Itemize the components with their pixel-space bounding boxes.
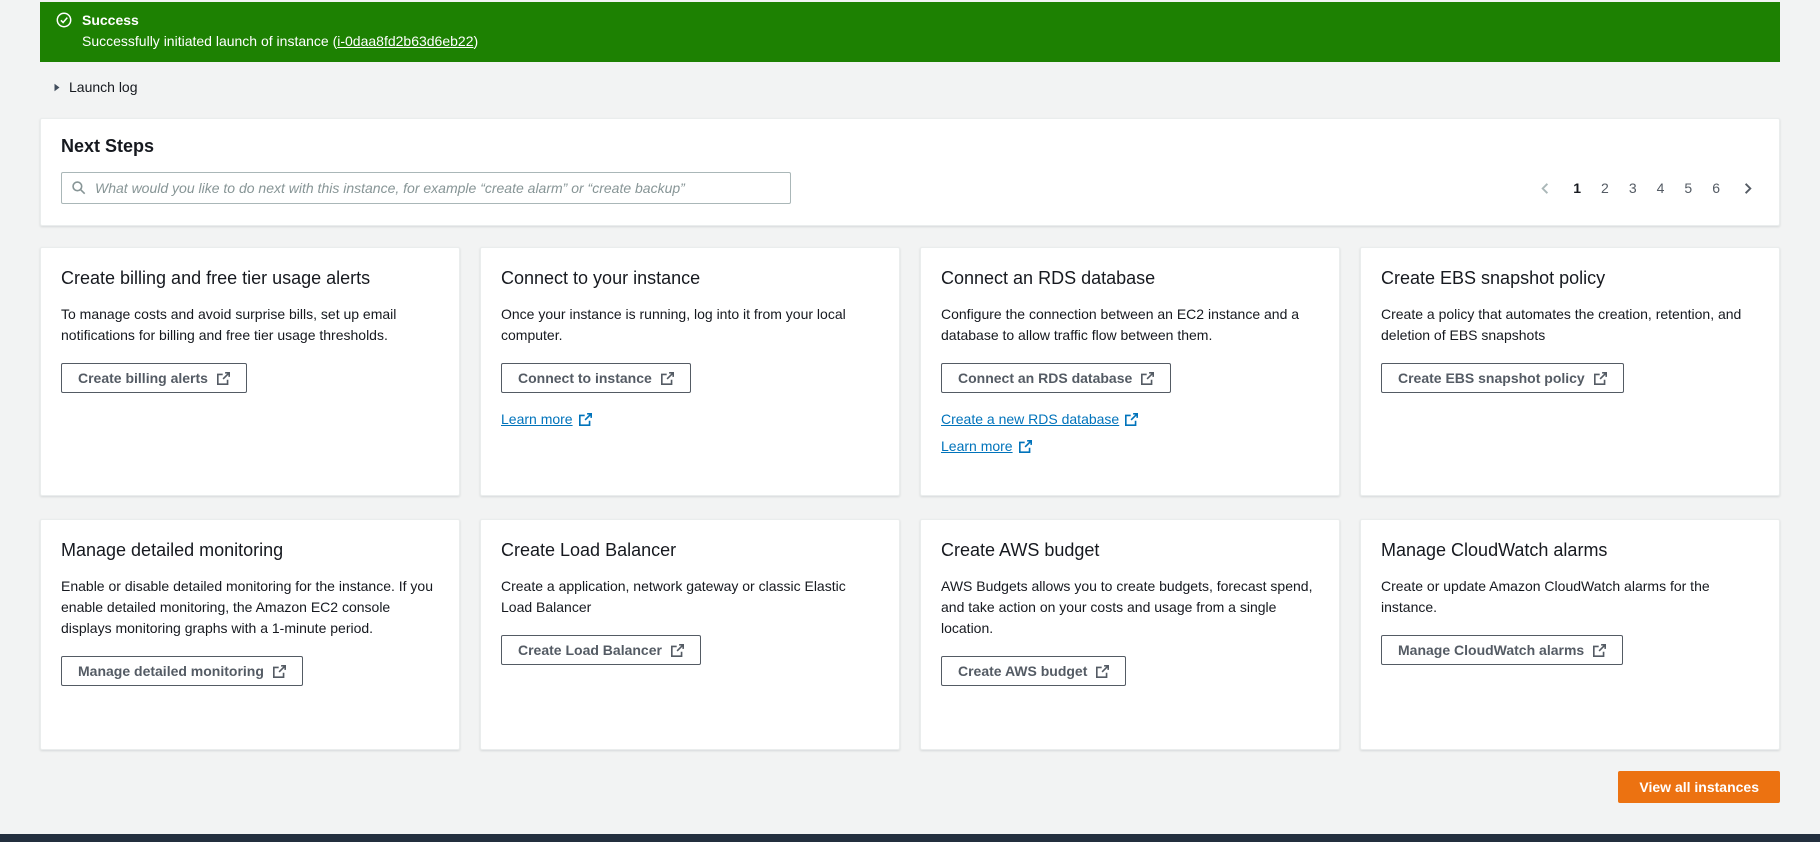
card-link-label: Create a new RDS database bbox=[941, 411, 1120, 427]
card-title: Create Load Balancer bbox=[501, 540, 677, 560]
flashbar-message-text: Successfully initiated launch of instanc… bbox=[82, 33, 338, 49]
card-action-button-label: Create AWS budget bbox=[958, 663, 1088, 679]
card-button-row: Manage detailed monitoring bbox=[61, 656, 439, 686]
page-number-1[interactable]: 1 bbox=[1573, 180, 1581, 196]
card-links: Learn more bbox=[501, 411, 879, 427]
card-action-button[interactable]: Connect an RDS database bbox=[941, 363, 1172, 393]
instance-id-link[interactable]: i-0daa8fd2b63d6eb22 bbox=[337, 33, 473, 49]
card-title: Connect to your instance bbox=[501, 268, 701, 288]
card-action-button[interactable]: Manage detailed monitoring bbox=[61, 656, 303, 686]
view-all-instances-button[interactable]: View all instances bbox=[1618, 771, 1780, 803]
card-description: Create a policy that automates the creat… bbox=[1381, 306, 1742, 343]
flashbar-title: Success bbox=[82, 12, 139, 28]
card-button-row: Connect to instance bbox=[501, 363, 879, 393]
card-link[interactable]: Learn more bbox=[941, 438, 1032, 454]
card-link-label: Learn more bbox=[501, 411, 573, 427]
card-link[interactable]: Learn more bbox=[501, 411, 592, 427]
card-action-button[interactable]: Manage CloudWatch alarms bbox=[1381, 635, 1624, 665]
pagination-prev-button[interactable] bbox=[1538, 181, 1553, 196]
carousel-pagination: 1 2 3 4 5 6 bbox=[1538, 180, 1755, 196]
card-action-button[interactable]: Create billing alerts bbox=[61, 363, 247, 393]
card-action-button-label: Connect an RDS database bbox=[958, 370, 1133, 386]
external-link-icon bbox=[216, 371, 230, 385]
flashbar-message: Successfully initiated launch of instanc… bbox=[82, 31, 478, 51]
card-title: Create AWS budget bbox=[941, 540, 1100, 560]
page-number-4[interactable]: 4 bbox=[1657, 180, 1665, 196]
card-button-row: Create Load Balancer bbox=[501, 635, 879, 665]
external-link-icon bbox=[1593, 643, 1607, 657]
external-link-icon bbox=[1096, 664, 1110, 678]
external-link-icon bbox=[670, 643, 684, 657]
card-links: Create a new RDS database Learn more bbox=[941, 411, 1319, 454]
action-card: Create AWS budget AWS Budgets allows you… bbox=[920, 519, 1340, 750]
action-card: Manage CloudWatch alarms Create or updat… bbox=[1360, 519, 1780, 750]
external-link-icon bbox=[660, 371, 674, 385]
card-action-button[interactable]: Connect to instance bbox=[501, 363, 691, 393]
card-action-button-label: Manage detailed monitoring bbox=[78, 663, 264, 679]
card-description: Enable or disable detailed monitoring fo… bbox=[61, 578, 434, 636]
card-link-label: Learn more bbox=[941, 438, 1013, 454]
card-action-button-label: Manage CloudWatch alarms bbox=[1398, 642, 1585, 658]
card-action-button-label: Connect to instance bbox=[518, 370, 652, 386]
next-steps-search bbox=[61, 172, 791, 204]
card-description: Configure the connection between an EC2 … bbox=[941, 306, 1300, 343]
external-link-icon bbox=[1141, 371, 1155, 385]
card-action-button-label: Create billing alerts bbox=[78, 370, 208, 386]
card-title: Manage detailed monitoring bbox=[61, 540, 284, 560]
external-link-icon bbox=[272, 664, 286, 678]
success-flashbar: Success Successfully initiated launch of… bbox=[40, 2, 1780, 62]
card-description: AWS Budgets allows you to create budgets… bbox=[941, 578, 1313, 636]
next-steps-panel: Next Steps 1 2 3 4 5 6 bbox=[40, 118, 1780, 226]
next-steps-title: Next Steps bbox=[61, 136, 155, 156]
card-title: Create billing and free tier usage alert… bbox=[61, 268, 371, 288]
caret-right-icon bbox=[52, 82, 62, 93]
launch-success-page: Success Successfully initiated launch of… bbox=[0, 0, 1820, 803]
card-description: Create or update Amazon CloudWatch alarm… bbox=[1381, 578, 1710, 615]
card-title: Manage CloudWatch alarms bbox=[1381, 540, 1608, 560]
console-footer-bar bbox=[0, 834, 1820, 842]
page-number-6[interactable]: 6 bbox=[1712, 180, 1720, 196]
card-link[interactable]: Create a new RDS database bbox=[941, 411, 1139, 427]
external-link-icon bbox=[1018, 439, 1032, 453]
launch-log-toggle[interactable]: Launch log bbox=[52, 79, 138, 95]
action-card: Create Load Balancer Create a applicatio… bbox=[480, 519, 900, 750]
card-description: Create a application, network gateway or… bbox=[501, 578, 846, 615]
external-link-icon bbox=[1125, 412, 1139, 426]
card-action-button-label: Create Load Balancer bbox=[518, 642, 662, 658]
pagination-next-button[interactable] bbox=[1740, 181, 1755, 196]
card-button-row: Create billing alerts bbox=[61, 363, 439, 393]
next-steps-cards-grid: Create billing and free tier usage alert… bbox=[40, 247, 1780, 750]
page-number-2[interactable]: 2 bbox=[1601, 180, 1609, 196]
card-description: To manage costs and avoid surprise bills… bbox=[61, 306, 397, 343]
card-button-row: Create EBS snapshot policy bbox=[1381, 363, 1759, 393]
footer-actions: View all instances bbox=[40, 771, 1780, 803]
card-button-row: Create AWS budget bbox=[941, 656, 1319, 686]
external-link-icon bbox=[1593, 371, 1607, 385]
flashbar-message-suffix: ) bbox=[473, 33, 479, 49]
action-card: Connect an RDS database Configure the co… bbox=[920, 247, 1340, 496]
card-title: Create EBS snapshot policy bbox=[1381, 268, 1606, 288]
action-card: Connect to your instance Once your insta… bbox=[480, 247, 900, 496]
card-action-button[interactable]: Create Load Balancer bbox=[501, 635, 701, 665]
action-card: Create EBS snapshot policy Create a poli… bbox=[1360, 247, 1780, 496]
success-check-icon bbox=[56, 12, 72, 28]
page-number-3[interactable]: 3 bbox=[1629, 180, 1637, 196]
search-icon bbox=[71, 180, 86, 195]
action-card: Manage detailed monitoring Enable or dis… bbox=[40, 519, 460, 750]
card-action-button[interactable]: Create EBS snapshot policy bbox=[1381, 363, 1624, 393]
card-action-button-label: Create EBS snapshot policy bbox=[1398, 370, 1585, 386]
launch-log-label: Launch log bbox=[69, 79, 138, 95]
action-card: Create billing and free tier usage alert… bbox=[40, 247, 460, 496]
next-steps-search-input[interactable] bbox=[61, 172, 791, 204]
card-description: Once your instance is running, log into … bbox=[501, 306, 846, 343]
card-action-button[interactable]: Create AWS budget bbox=[941, 656, 1127, 686]
page-number-5[interactable]: 5 bbox=[1684, 180, 1692, 196]
next-steps-search-row: 1 2 3 4 5 6 bbox=[61, 172, 1759, 204]
card-title: Connect an RDS database bbox=[941, 268, 1156, 288]
external-link-icon bbox=[578, 412, 592, 426]
card-button-row: Manage CloudWatch alarms bbox=[1381, 635, 1759, 665]
flashbar-body: Success Successfully initiated launch of… bbox=[82, 11, 478, 51]
card-button-row: Connect an RDS database bbox=[941, 363, 1319, 393]
